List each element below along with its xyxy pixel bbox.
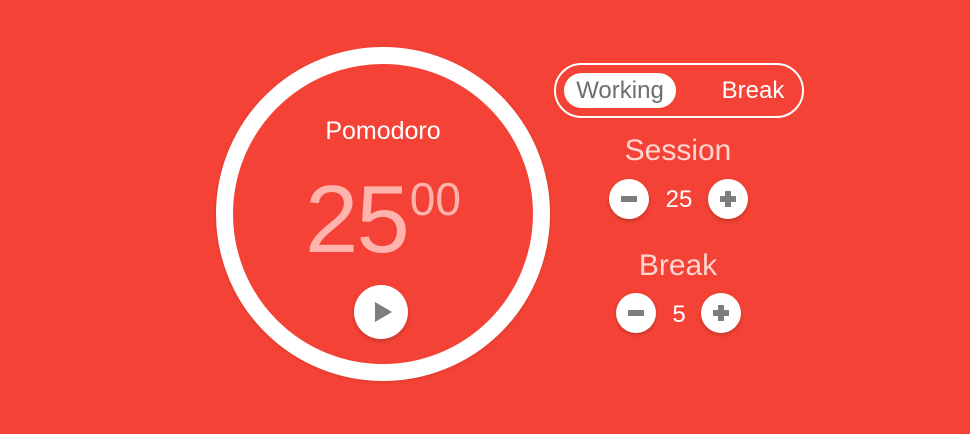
break-value: 5 — [672, 301, 686, 328]
time-display: 2500 — [233, 172, 533, 268]
mode-toggle: Working Break — [554, 63, 804, 118]
timer-dial: Pomodoro 2500 — [216, 47, 550, 381]
plus-icon — [708, 179, 748, 219]
session-increment-button[interactable] — [708, 179, 748, 219]
timer-title: Pomodoro — [325, 117, 441, 145]
session-label: Session — [624, 134, 732, 167]
time-minutes: 25 — [305, 166, 410, 273]
mode-break-option[interactable]: Break — [708, 73, 798, 108]
break-increment-button[interactable] — [701, 293, 741, 333]
mode-working-option[interactable]: Working — [564, 73, 676, 108]
minus-icon — [616, 293, 656, 333]
session-value: 25 — [665, 186, 693, 213]
play-button[interactable] — [354, 285, 408, 339]
play-icon — [374, 302, 392, 322]
plus-icon — [701, 293, 741, 333]
time-seconds: 00 — [409, 173, 461, 225]
session-decrement-button[interactable] — [609, 179, 649, 219]
break-label: Break — [638, 249, 718, 282]
break-decrement-button[interactable] — [616, 293, 656, 333]
minus-icon — [609, 179, 649, 219]
